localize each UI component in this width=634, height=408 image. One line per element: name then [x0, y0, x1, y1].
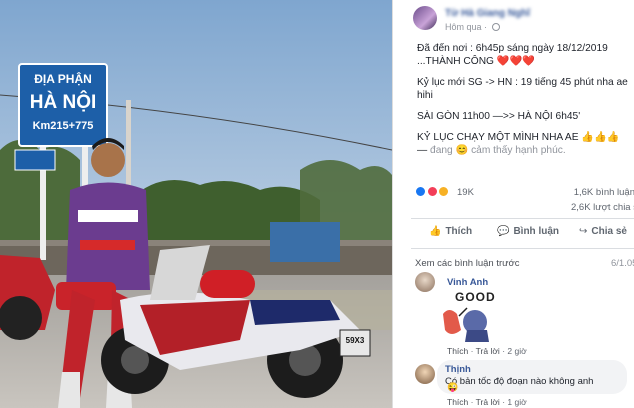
post-header: Từ Hà Giang Nghĩ Hôm qua ·: [413, 4, 633, 34]
comment-text: Có bản tốc độ đoạn nào không anh: [445, 376, 593, 387]
sign-line-1: ĐỊA PHẬN: [34, 72, 92, 86]
commenter-name[interactable]: Thịnh: [445, 364, 471, 375]
reaction-count[interactable]: 19K: [457, 187, 474, 198]
comment-pager: 6/1.05: [611, 258, 634, 269]
comment-count[interactable]: 1,6K bình luận: [574, 187, 634, 198]
share-label: Chia sẻ: [591, 226, 627, 237]
sign-line-3: Km215+775: [32, 120, 94, 132]
comment-like-link[interactable]: Thích: [447, 346, 468, 356]
comment-reply-link[interactable]: Trả lời: [476, 346, 500, 356]
sticker-text: GOOD: [455, 290, 496, 304]
comment-icon: 💬: [497, 226, 510, 237]
reaction-bar: 19K 1,6K bình luận: [415, 186, 634, 200]
like-label: Thích: [445, 226, 473, 237]
post-line-2: Kỷ lục mới SG -> HN : 19 tiếng 45 phút n…: [417, 77, 628, 101]
post-line-3: SÀI GÒN 11h00 —>> HÀ NỘI 6h45': [417, 111, 581, 122]
author-name[interactable]: Từ Hà Giang Nghĩ: [445, 8, 530, 19]
photo-scene: [0, 0, 392, 408]
comment-like-link[interactable]: Thích: [447, 397, 468, 407]
post-meta: Hôm qua ·: [445, 22, 500, 32]
post-panel: Từ Hà Giang Nghĩ Hôm qua · Đã đến nơi : …: [392, 0, 634, 408]
feeling-text: cảm thấy hạnh phúc.: [471, 145, 566, 156]
post-text: Đã đến nơi : 6h45p sáng ngày 18/12/2019 …: [417, 42, 631, 157]
wow-icon: [438, 186, 450, 197]
comment-actions: Thích · Trả lời · 1 giờ: [447, 397, 527, 407]
share-button[interactable]: ↪ Chia sẻ: [579, 226, 627, 237]
share-count[interactable]: 2,6K lượt chia sẻ: [571, 202, 634, 213]
comment-time[interactable]: 2 giờ: [507, 346, 526, 356]
reaction-icons[interactable]: [415, 186, 450, 198]
post-line-4: KỶ LỤC CHẠY MỘT MÌNH NHA AE 👍👍👍 — đang 😊…: [417, 131, 631, 157]
post-time[interactable]: Hôm qua: [445, 22, 482, 32]
good-sticker: GOOD: [439, 290, 497, 342]
comment-label: Bình luận: [513, 226, 560, 237]
commenter-avatar[interactable]: [415, 364, 435, 384]
post-photo[interactable]: ĐỊA PHẬN HÀ NỘI Km215+775 59X3: [0, 0, 392, 408]
comment-time[interactable]: 1 giờ: [507, 397, 526, 407]
license-plate: 59X3: [345, 336, 365, 345]
author-avatar[interactable]: [413, 6, 437, 30]
comment-reply-link[interactable]: Trả lời: [476, 397, 500, 407]
share-icon: ↪: [579, 226, 588, 237]
post-line-1: Đã đến nơi : 6h45p sáng ngày 18/12/2019 …: [417, 43, 608, 67]
feeling-emoji: 😊: [455, 145, 469, 156]
commenter-name[interactable]: Vinh Anh: [447, 277, 488, 288]
facebook-photo-viewer: ĐỊA PHẬN HÀ NỘI Km215+775 59X3 Từ Hà Gia…: [0, 0, 634, 408]
love-icon: [426, 186, 438, 197]
thumbs-up-icon: 👍: [429, 226, 442, 237]
comment-actions: Thích · Trả lời · 2 giờ: [447, 346, 527, 356]
comment-emoji: 😜: [447, 382, 459, 392]
divider: [411, 218, 634, 219]
sign-line-2: HÀ NỘI: [29, 92, 97, 113]
feeling-prefix: đang: [430, 145, 453, 156]
comment-button[interactable]: 💬 Bình luận: [497, 226, 559, 237]
road-sign: ĐỊA PHẬN HÀ NỘI Km215+775: [19, 64, 107, 146]
like-icon: [415, 186, 426, 197]
view-previous-comments[interactable]: Xem các bình luận trước: [415, 258, 519, 269]
commenter-avatar[interactable]: [415, 272, 435, 292]
comment-bubble: Thịnh Có bản tốc độ đoạn nào không anh: [437, 360, 627, 394]
like-button[interactable]: 👍 Thích: [429, 226, 472, 237]
action-bar: 👍 Thích 💬 Bình luận ↪ Chia sẻ: [411, 220, 634, 246]
divider: [411, 248, 634, 249]
comment-body: Có bản tốc độ đoạn nào không anh: [445, 376, 594, 387]
globe-icon: [491, 23, 500, 31]
